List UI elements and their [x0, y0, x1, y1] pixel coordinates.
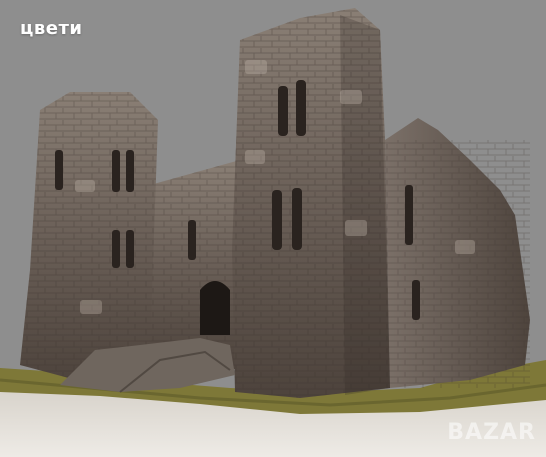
- castle-photo: [0, 8, 546, 457]
- watermark-logo: BAZAR: [447, 420, 536, 445]
- doorway: [200, 281, 230, 335]
- image-caption: цвети: [20, 18, 83, 39]
